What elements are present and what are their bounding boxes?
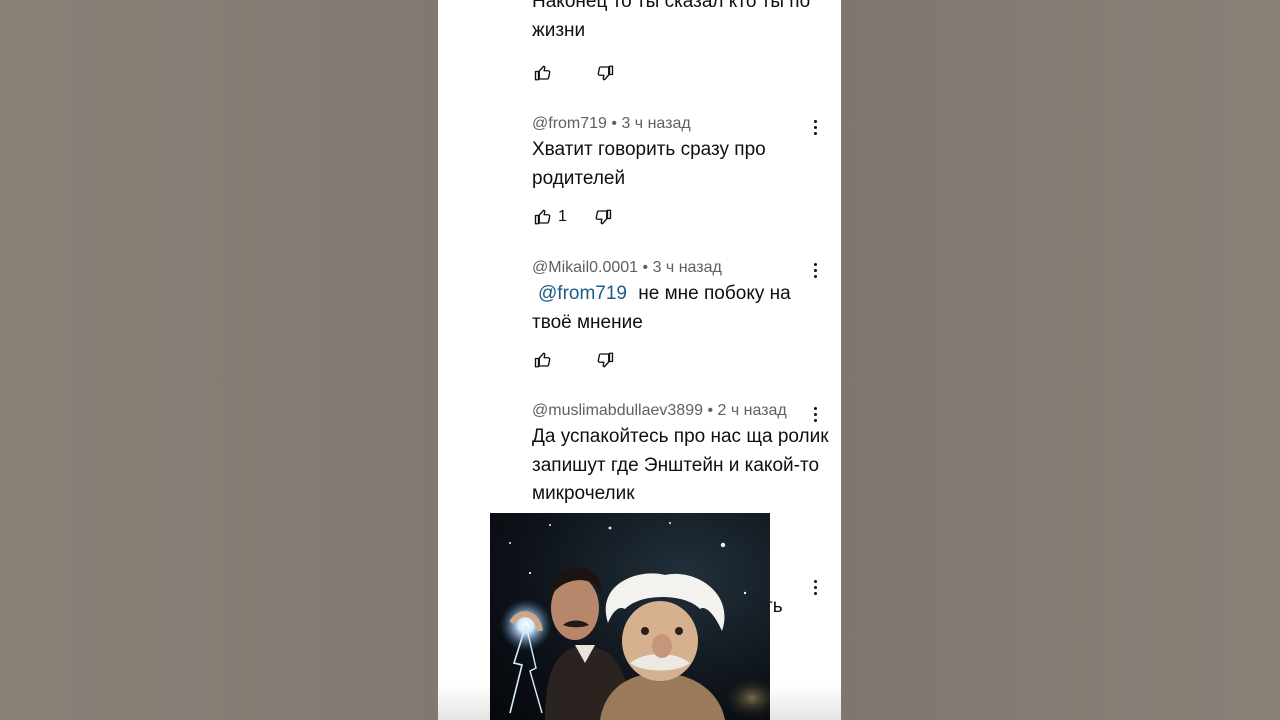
comments-panel: Наконец то ты сказал кто ты по жизни @fr… <box>438 0 841 720</box>
comment-author[interactable]: @from719 <box>532 115 607 132</box>
more-options-button[interactable] <box>809 404 821 424</box>
comment-meta: @muslimabdullaev3899 • 2 ч назад <box>532 401 832 421</box>
comment-item: Наконец то ты сказал кто ты по жизни <box>532 0 832 45</box>
dislike-button[interactable] <box>594 349 616 371</box>
comment-meta: @Mikail0.0001 • 3 ч назад <box>532 258 832 278</box>
background-left <box>0 0 438 720</box>
comment-author[interactable]: @Mikail0.0001 <box>532 259 638 276</box>
comment-text: Хватит говорить сразу про родителей <box>532 139 766 189</box>
comment-time: • 2 ч назад <box>707 402 787 419</box>
background-right <box>841 0 1280 720</box>
thumbs-up-icon <box>534 209 551 225</box>
comment-text: @from719 не мне побоку на твоё мнение <box>532 280 832 337</box>
thumbs-down-icon <box>597 65 614 81</box>
thumbs-down-icon <box>597 352 614 368</box>
comment-item: @from719 • 3 ч назад Хватит говорить сра… <box>532 114 832 193</box>
comment-actions <box>532 350 616 370</box>
comment-time: • 3 ч назад <box>611 115 691 132</box>
like-button[interactable] <box>532 62 554 84</box>
caricature-illustration <box>500 522 770 720</box>
overlay-image <box>490 513 770 720</box>
like-button[interactable] <box>532 206 554 228</box>
thumbs-down-icon <box>595 209 612 225</box>
comment-meta: @from719 • 3 ч назад <box>532 114 832 134</box>
comment-actions <box>532 63 616 83</box>
more-options-button[interactable] <box>809 577 821 597</box>
more-options-button[interactable] <box>809 260 821 280</box>
thumbs-up-icon <box>534 65 551 81</box>
comment-author[interactable]: @muslimabdullaev3899 <box>532 402 703 419</box>
dislike-button[interactable] <box>594 62 616 84</box>
like-button[interactable] <box>532 349 554 371</box>
comment-actions: 1 <box>532 207 614 227</box>
more-options-button[interactable] <box>809 117 821 137</box>
comment-item: @Mikail0.0001 • 3 ч назад @from719 не мн… <box>532 258 832 337</box>
comment-item: @muslimabdullaev3899 • 2 ч назад Да успа… <box>532 401 832 509</box>
comment-time: • 3 ч назад <box>642 259 722 276</box>
like-count: 1 <box>558 208 567 225</box>
comment-text: Наконец то ты сказал кто ты по жизни <box>532 0 811 41</box>
thumbs-up-icon <box>534 352 551 368</box>
dislike-button[interactable] <box>592 206 614 228</box>
comment-text: Да успакойтесь про нас ща ролик запишут … <box>532 426 829 504</box>
mention-link[interactable]: @from719 <box>532 283 633 304</box>
